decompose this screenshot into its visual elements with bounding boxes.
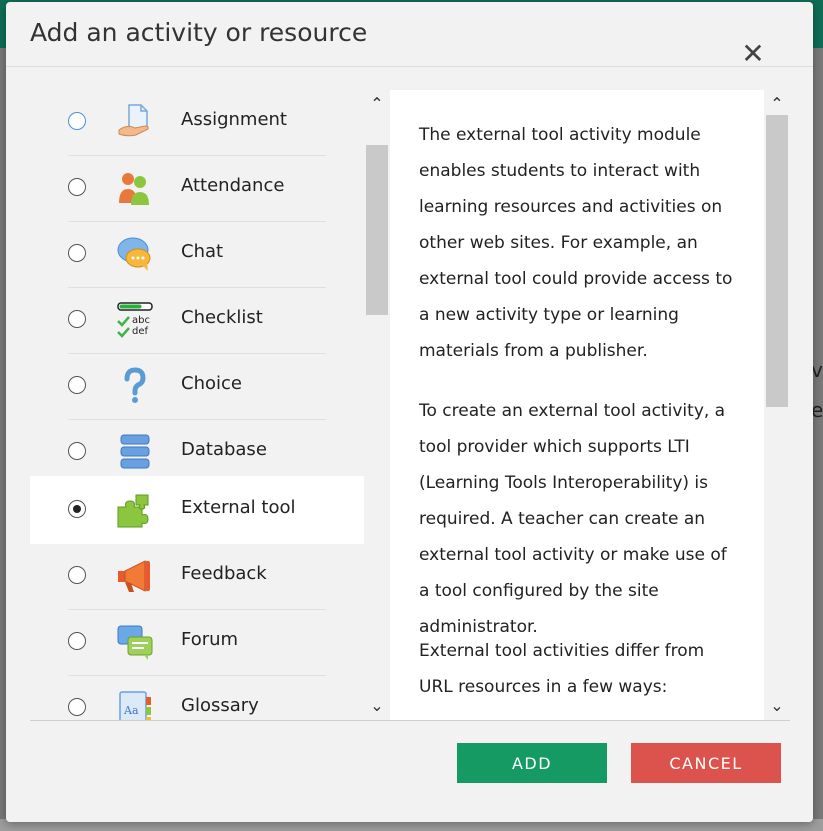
option-label: Choice bbox=[181, 373, 242, 394]
external-tool-icon bbox=[117, 494, 149, 528]
option-glossary[interactable]: Aa Glossary bbox=[30, 676, 364, 720]
radio-glossary[interactable] bbox=[68, 698, 86, 716]
checklist-icon-text-1: abc bbox=[132, 315, 150, 326]
cancel-button[interactable]: CANCEL bbox=[631, 743, 781, 783]
option-forum[interactable]: Forum bbox=[30, 610, 364, 676]
activity-options-list: Assignment Attendance Chat abc def Check… bbox=[30, 90, 364, 720]
activity-description: The external tool activity module enable… bbox=[390, 90, 764, 720]
option-label: Assignment bbox=[181, 109, 287, 130]
close-icon[interactable]: ✕ bbox=[741, 40, 765, 68]
add-button[interactable]: ADD bbox=[457, 743, 607, 783]
radio-forum[interactable] bbox=[68, 632, 86, 650]
radio-checklist[interactable] bbox=[68, 310, 86, 328]
options-scrollbar[interactable]: ⌃ ⌄ bbox=[364, 90, 390, 720]
scroll-up-icon[interactable]: ⌃ bbox=[364, 94, 390, 114]
scrollbar-thumb[interactable] bbox=[766, 115, 788, 407]
glossary-icon: Aa bbox=[119, 691, 151, 720]
choice-icon bbox=[124, 367, 146, 403]
option-assignment[interactable]: Assignment bbox=[30, 90, 364, 156]
dialog-header: Add an activity or resource ✕ bbox=[6, 2, 813, 68]
scroll-up-icon[interactable]: ⌃ bbox=[764, 94, 790, 114]
option-choice[interactable]: Choice bbox=[30, 354, 364, 420]
radio-assignment[interactable] bbox=[68, 112, 86, 130]
checklist-icon-text-2: def bbox=[132, 326, 149, 337]
add-activity-dialog: Add an activity or resource ✕ Assignment… bbox=[6, 2, 813, 822]
assignment-icon bbox=[118, 104, 149, 137]
option-external-tool[interactable]: External tool bbox=[30, 476, 364, 544]
option-label: Database bbox=[181, 439, 267, 460]
feedback-icon bbox=[118, 560, 150, 592]
database-icon bbox=[120, 434, 150, 469]
option-label: Checklist bbox=[181, 307, 263, 328]
option-label: External tool bbox=[181, 497, 296, 518]
glossary-icon-text: Aa bbox=[123, 704, 139, 717]
description-paragraph: External tool activities differ from URL… bbox=[419, 641, 705, 697]
radio-chat[interactable] bbox=[68, 244, 86, 262]
option-chat[interactable]: Chat bbox=[30, 222, 364, 288]
forum-icon bbox=[117, 625, 153, 660]
option-checklist[interactable]: abc def Checklist bbox=[30, 288, 364, 354]
option-label: Attendance bbox=[181, 175, 285, 196]
description-paragraph: The external tool activity module enable… bbox=[419, 125, 733, 361]
chat-icon bbox=[117, 237, 151, 271]
radio-external-tool[interactable] bbox=[68, 500, 86, 518]
radio-feedback[interactable] bbox=[68, 566, 86, 584]
footer-divider bbox=[30, 720, 790, 721]
radio-attendance[interactable] bbox=[68, 178, 86, 196]
option-attendance[interactable]: Attendance bbox=[30, 156, 364, 222]
scrollbar-thumb[interactable] bbox=[366, 145, 388, 315]
option-label: Forum bbox=[181, 629, 239, 650]
description-paragraph: To create an external tool activity, a t… bbox=[419, 401, 727, 637]
scroll-down-icon[interactable]: ⌄ bbox=[364, 696, 390, 716]
radio-choice[interactable] bbox=[68, 376, 86, 394]
dialog-title: Add an activity or resource bbox=[30, 18, 368, 47]
option-feedback[interactable]: Feedback bbox=[30, 544, 364, 610]
checklist-icon: abc def bbox=[117, 302, 153, 338]
attendance-icon bbox=[119, 173, 149, 205]
radio-database[interactable] bbox=[68, 442, 86, 460]
option-label: Feedback bbox=[181, 563, 267, 584]
description-scrollbar[interactable]: ⌃ ⌄ bbox=[764, 90, 790, 720]
scroll-down-icon[interactable]: ⌄ bbox=[764, 696, 790, 716]
option-label: Chat bbox=[181, 241, 224, 262]
option-label: Glossary bbox=[181, 695, 259, 716]
